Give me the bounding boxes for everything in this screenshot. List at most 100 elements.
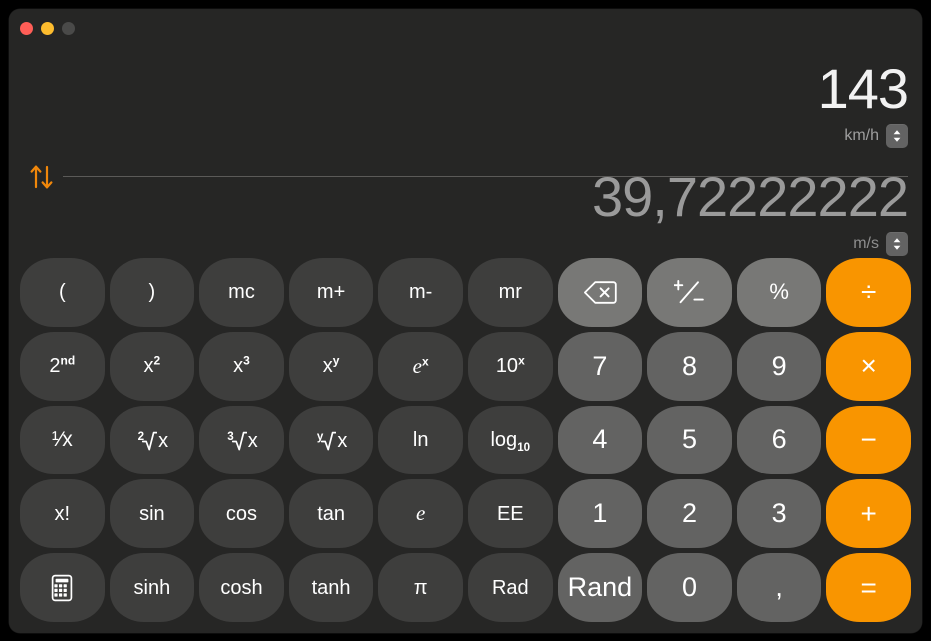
key-label-exponent-ee: EE: [496, 502, 524, 525]
key-label-pi: π: [413, 576, 428, 599]
key-label-square-root: 2x: [137, 429, 169, 452]
key-multiply[interactable]: ×: [826, 331, 911, 401]
key-label-reciprocal: ¹⁄x: [51, 428, 73, 452]
key-label-decimal: ,: [775, 572, 783, 603]
key-plus-minus[interactable]: [647, 258, 732, 327]
key-label-x-squared: x2: [143, 353, 161, 378]
key-label-e-power-x: ex: [412, 353, 429, 378]
key-label-digit-5: 5: [681, 424, 697, 455]
key-memory-clear[interactable]: mc: [199, 258, 284, 327]
key-label-natural-log: ln: [412, 428, 429, 451]
key-digit-7[interactable]: 7: [557, 331, 643, 401]
key-nth-root[interactable]: yx: [288, 405, 374, 475]
key-pi[interactable]: π: [378, 553, 463, 622]
key-label-factorial: x!: [54, 502, 71, 525]
key-digit-1[interactable]: 1: [557, 479, 643, 549]
key-digit-9[interactable]: 9: [736, 331, 822, 401]
minimize-button[interactable]: [41, 22, 54, 35]
key-natural-log[interactable]: ln: [378, 405, 463, 475]
key-sine[interactable]: sin: [109, 479, 195, 549]
key-equals[interactable]: =: [826, 553, 911, 622]
key-square-root[interactable]: 2x: [109, 405, 195, 475]
key-label-digit-0: 0: [681, 572, 697, 603]
key-log-base-10[interactable]: log10: [467, 405, 553, 475]
key-x-cubed[interactable]: x3: [199, 331, 284, 401]
key-reciprocal[interactable]: ¹⁄x: [20, 405, 105, 475]
key-cosine[interactable]: cos: [199, 479, 284, 549]
key-label-memory-recall: mr: [498, 281, 522, 304]
key-label-open-paren: (: [58, 281, 66, 304]
key-digit-0[interactable]: 0: [647, 553, 732, 622]
key-memory-add[interactable]: m+: [288, 258, 374, 327]
key-digit-4[interactable]: 4: [557, 405, 643, 475]
key-label-plus-minus: [674, 278, 705, 306]
plus-minus-icon: [674, 280, 705, 304]
key-label-memory-clear: mc: [228, 281, 255, 304]
key-label-digit-1: 1: [592, 498, 608, 529]
key-label-hyp-tangent: tanh: [311, 576, 351, 599]
key-e-power-x[interactable]: ex: [378, 331, 463, 401]
swap-vertical-arrows-icon: [30, 165, 53, 189]
key-hyp-tangent[interactable]: tanh: [288, 553, 374, 622]
close-button[interactable]: [20, 22, 33, 35]
calculator-icon: [52, 574, 73, 601]
key-label-delete: [583, 280, 617, 305]
key-open-paren[interactable]: (: [20, 258, 105, 327]
key-add[interactable]: +: [826, 479, 911, 549]
key-factorial[interactable]: x!: [20, 479, 105, 549]
key-second[interactable]: 2nd: [20, 331, 105, 401]
key-digit-2[interactable]: 2: [647, 479, 732, 549]
key-label-digit-9: 9: [771, 350, 787, 381]
key-label-hyp-sine: sinh: [133, 576, 171, 599]
primary-unit-stepper[interactable]: [886, 124, 908, 148]
key-digit-5[interactable]: 5: [647, 405, 732, 475]
key-random[interactable]: Rand: [557, 553, 643, 622]
key-label-digit-4: 4: [592, 424, 608, 455]
key-label-radians: Rad: [491, 576, 529, 599]
key-label-close-paren: ): [148, 281, 156, 304]
primary-unit-row: km/h: [818, 124, 908, 148]
key-subtract[interactable]: −: [826, 405, 911, 475]
key-hyp-sine[interactable]: sinh: [109, 553, 195, 622]
secondary-unit-label: m/s: [853, 235, 879, 252]
key-memory-recall[interactable]: mr: [467, 258, 553, 327]
secondary-value: 39,72222222: [591, 165, 909, 228]
key-label-tangent: tan: [317, 502, 345, 525]
key-label-sine: sin: [139, 502, 165, 525]
key-close-paren[interactable]: ): [109, 258, 195, 327]
radical-icon: [142, 431, 158, 451]
key-decimal[interactable]: ,: [736, 553, 822, 622]
key-memory-sub[interactable]: m-: [378, 258, 463, 327]
key-exponent-ee[interactable]: EE: [467, 479, 553, 549]
key-basic-mode[interactable]: [20, 553, 105, 622]
key-hyp-cosine[interactable]: cosh: [199, 553, 284, 622]
primary-unit-label: km/h: [844, 127, 879, 144]
key-label-log-base-10: log10: [490, 428, 531, 454]
display-area: 143 km/h 39,72222222 m/s: [9, 45, 922, 256]
key-ten-power-x[interactable]: 10x: [467, 331, 553, 401]
key-label-multiply: ×: [860, 350, 877, 382]
backspace-delete-icon: [583, 281, 617, 304]
key-digit-6[interactable]: 6: [736, 405, 822, 475]
key-cube-root[interactable]: 3x: [199, 405, 284, 475]
key-x-squared[interactable]: x2: [109, 331, 195, 401]
key-divide[interactable]: ÷: [826, 258, 911, 327]
key-label-digit-2: 2: [681, 498, 697, 529]
key-radians[interactable]: Rad: [467, 553, 553, 622]
key-delete[interactable]: [557, 258, 643, 327]
key-percent[interactable]: %: [736, 258, 822, 327]
key-label-percent: %: [769, 279, 789, 305]
secondary-value-panel[interactable]: 39,72222222 m/s: [591, 165, 909, 256]
primary-value-panel[interactable]: 143 km/h: [818, 61, 909, 148]
key-label-x-power-y: xy: [322, 353, 340, 378]
key-euler-e[interactable]: e: [378, 479, 463, 549]
radical-icon: [321, 431, 337, 451]
key-digit-8[interactable]: 8: [647, 331, 732, 401]
key-label-equals: =: [860, 571, 877, 603]
secondary-unit-stepper[interactable]: [886, 232, 908, 256]
swap-units-button[interactable]: [26, 162, 58, 192]
key-x-power-y[interactable]: xy: [288, 331, 374, 401]
key-digit-3[interactable]: 3: [736, 479, 822, 549]
key-label-second: 2nd: [49, 353, 76, 378]
key-tangent[interactable]: tan: [288, 479, 374, 549]
